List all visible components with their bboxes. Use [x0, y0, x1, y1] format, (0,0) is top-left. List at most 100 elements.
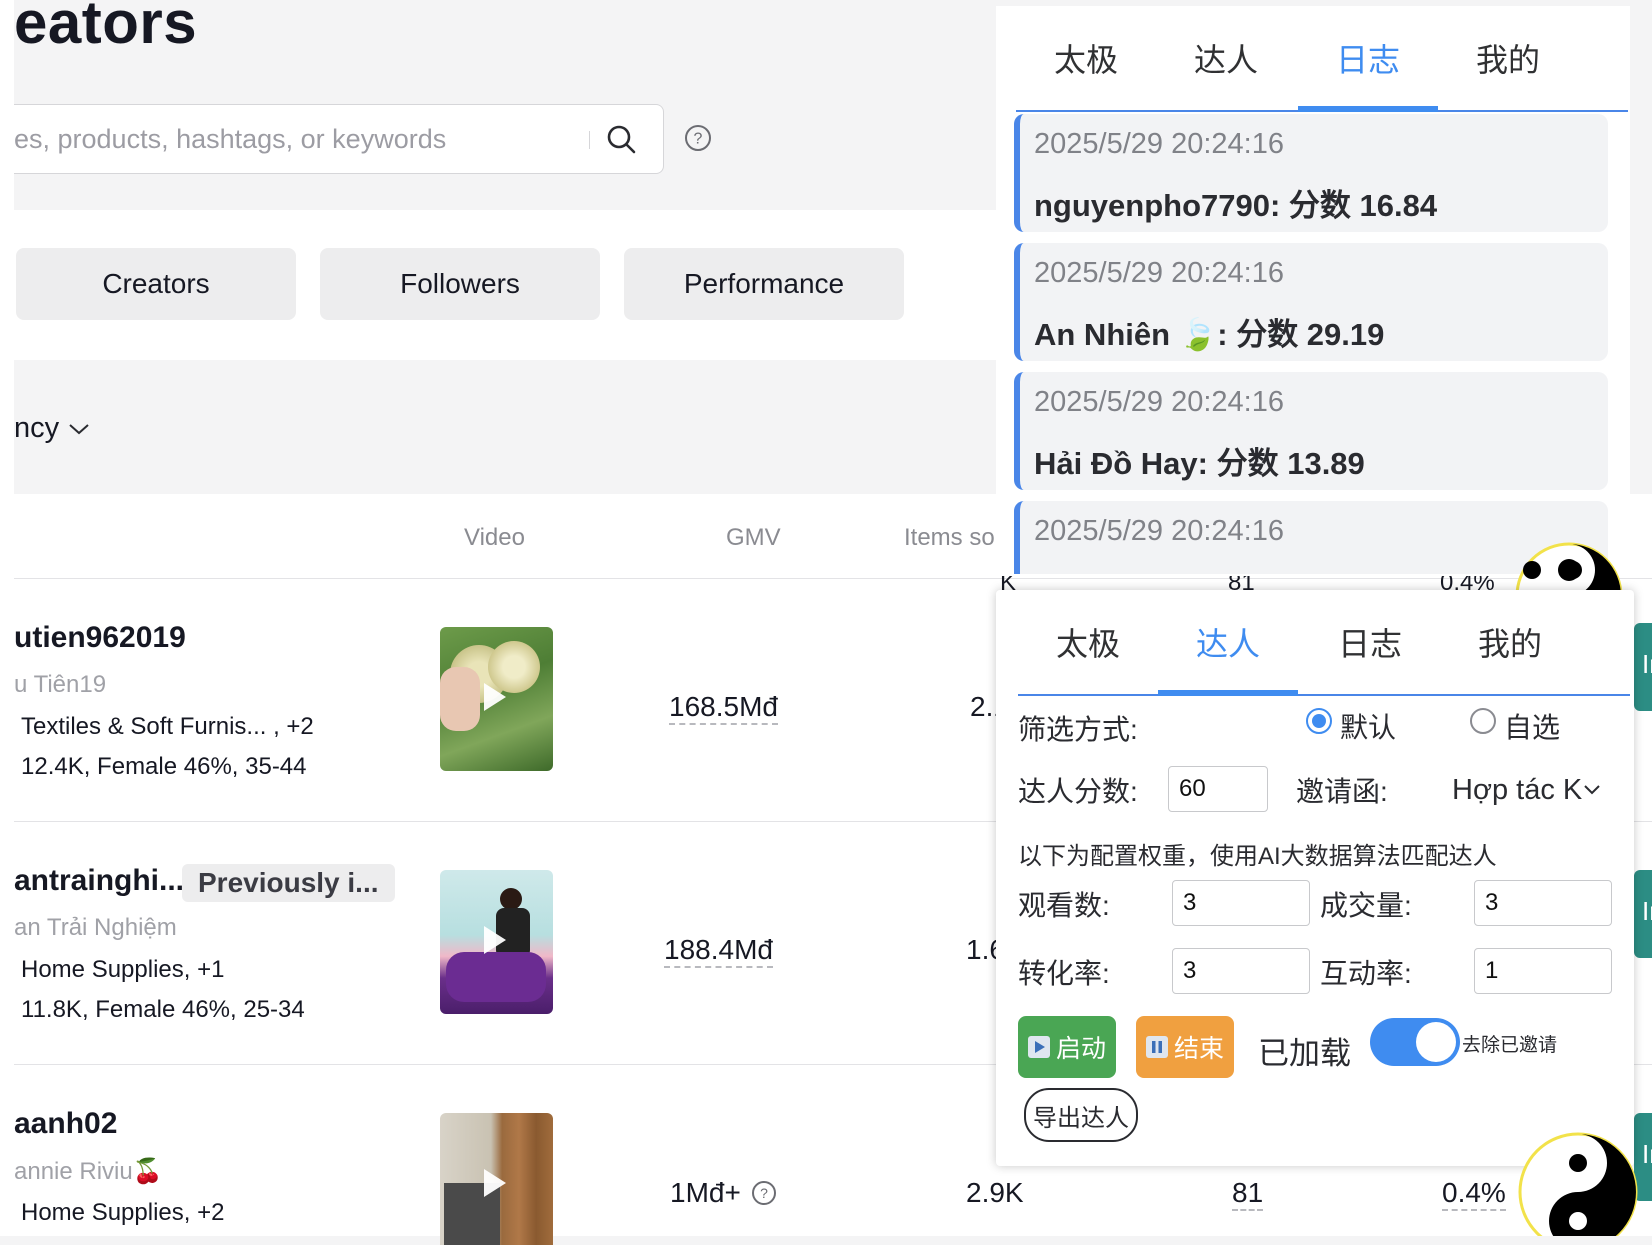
tab-creators[interactable]: 达人: [1158, 590, 1298, 696]
log-panel: 太极 达人 日志 我的 2025/5/29 20:24:16 nguyenpho…: [996, 6, 1630, 574]
taiji-float-icon[interactable]: [1516, 1130, 1640, 1236]
pause-icon: [1145, 1036, 1168, 1058]
tab-mine[interactable]: 我的: [1438, 6, 1578, 110]
play-icon: [484, 1169, 506, 1197]
video-thumbnail[interactable]: [440, 1113, 553, 1245]
metric-value[interactable]: 0.4%: [1442, 1177, 1506, 1211]
play-icon: [484, 683, 506, 711]
stop-button[interactable]: 结束: [1136, 1016, 1234, 1078]
views-label: 观看数:: [1018, 890, 1110, 921]
creator-category: Home Supplies, +2: [21, 1199, 225, 1226]
previously-invited-badge: Previously i...: [182, 864, 395, 902]
remove-invited-label: 去除已邀请: [1462, 1035, 1558, 1056]
loaded-status: 已加载: [1258, 1036, 1351, 1071]
search-box[interactable]: [14, 104, 664, 174]
log-panel-tabs: 太极 达人 日志 我的: [1016, 6, 1628, 112]
log-message: Hải Đồ Hay: 分数 13.89: [1034, 446, 1365, 481]
conversion-input[interactable]: [1172, 948, 1310, 994]
header-items-sold: Items so: [904, 524, 995, 551]
tab-log[interactable]: 日志: [1300, 590, 1440, 694]
start-button[interactable]: 启动: [1018, 1016, 1116, 1078]
log-time: 2025/5/29 20:24:16: [1034, 515, 1284, 547]
invite-button[interactable]: Ir: [1634, 623, 1652, 711]
items-sold-value: 2.9K: [966, 1177, 1024, 1208]
gmv-value: 1Mđ+: [670, 1177, 741, 1208]
creator-handle[interactable]: aanh02: [14, 1107, 117, 1141]
radio-custom-label[interactable]: 自选: [1504, 706, 1560, 746]
log-time: 2025/5/29 20:24:16: [1034, 128, 1284, 160]
filter-followers-button[interactable]: Followers: [320, 248, 600, 320]
invite-select-value: Hợp tác K: [1452, 773, 1582, 806]
tab-taiji[interactable]: 太极: [1016, 6, 1156, 110]
peek-text: 0.4%: [1440, 576, 1495, 590]
tab-creators[interactable]: 达人: [1156, 6, 1296, 110]
creator-category: Textiles & Soft Furnis... , +2: [21, 713, 314, 740]
chevron-down-icon: [1584, 785, 1600, 795]
conversion-label: 转化率:: [1018, 958, 1110, 989]
engagement-label: 互动率:: [1320, 958, 1412, 989]
help-icon[interactable]: ?: [684, 124, 712, 157]
creator-category: Home Supplies, +1: [21, 956, 225, 983]
svg-text:?: ?: [694, 131, 703, 148]
info-icon[interactable]: ?: [751, 1180, 777, 1206]
score-label: 达人分数:: [1018, 776, 1138, 807]
search-icon[interactable]: [606, 124, 638, 161]
score-input[interactable]: [1168, 766, 1268, 812]
filter-performance-button[interactable]: Performance: [624, 248, 904, 320]
creator-handle[interactable]: antrainghi...: [14, 864, 184, 898]
tab-taiji[interactable]: 太极: [1018, 590, 1158, 694]
invite-select[interactable]: Hợp tác K: [1452, 768, 1612, 812]
views-input[interactable]: [1172, 880, 1310, 926]
thumbnail-blanket: [446, 952, 546, 1002]
stop-button-label: 结束: [1173, 1035, 1224, 1063]
header-video: Video: [464, 524, 525, 551]
invite-label: 邀请函:: [1296, 776, 1388, 807]
creator-stats: 12.4K, Female 46%, 35-44: [21, 753, 307, 780]
play-icon: [484, 926, 506, 954]
filter-row: Creators Followers Performance: [14, 210, 1014, 360]
page-title: eators: [14, 0, 198, 56]
search-input[interactable]: [14, 105, 574, 173]
log-entry: 2025/5/29 20:24:16 Hải Đồ Hay: 分数 13.89: [1014, 372, 1608, 490]
log-entry: 2025/5/29 20:24:16 An Nhiên 🍃: 分数 29.19: [1014, 243, 1608, 361]
engagement-input[interactable]: [1474, 948, 1612, 994]
gmv-cell: 1Mđ+ ?: [670, 1177, 777, 1209]
radio-custom[interactable]: [1470, 708, 1496, 734]
metric-value[interactable]: 81: [1232, 1177, 1264, 1211]
video-thumbnail[interactable]: [440, 627, 553, 771]
radio-default-label[interactable]: 默认: [1340, 706, 1396, 746]
video-thumbnail[interactable]: [440, 870, 553, 1014]
tab-mine[interactable]: 我的: [1440, 590, 1580, 694]
radio-default[interactable]: [1306, 708, 1332, 734]
start-button-label: 启动: [1055, 1035, 1106, 1063]
gmv-value[interactable]: 188.4Mđ: [664, 934, 773, 968]
search-divider: [589, 131, 590, 149]
chevron-down-icon: [69, 423, 89, 434]
peek-text: 81: [1228, 576, 1255, 590]
deals-input[interactable]: [1474, 880, 1612, 926]
config-panel-tabs: 太极 达人 日志 我的: [1018, 590, 1630, 696]
creator-stats: 11.8K, Female 46%, 25-34: [21, 996, 305, 1023]
log-entry: 2025/5/29 20:24:16 nguyenpho7790: 分数 16.…: [1014, 114, 1608, 232]
thumbnail-hand: [440, 667, 480, 731]
invite-button[interactable]: Ir: [1634, 870, 1652, 958]
creator-config-panel: 太极 达人 日志 我的 筛选方式: 默认 自选 达人分数: 邀请函: Hợp t…: [996, 590, 1634, 1166]
play-icon: [1027, 1036, 1050, 1058]
header-gmv: GMV: [726, 524, 781, 551]
sort-dropdown[interactable]: ncy: [14, 412, 91, 445]
sort-bar: ncy: [14, 360, 1014, 494]
remove-invited-toggle[interactable]: [1370, 1018, 1460, 1066]
weight-note: 以下为配置权重，使用AI大数据算法匹配达人: [1018, 843, 1497, 870]
export-creators-button[interactable]: 导出达人: [1024, 1088, 1138, 1142]
log-time: 2025/5/29 20:24:16: [1034, 386, 1284, 418]
log-message: nguyenpho7790: 分数 16.84: [1034, 188, 1438, 223]
peek-text: K: [1000, 576, 1017, 590]
filter-mode-label: 筛选方式:: [1018, 714, 1138, 745]
svg-text:?: ?: [760, 1185, 768, 1201]
tab-log[interactable]: 日志: [1298, 6, 1438, 112]
filter-creators-button[interactable]: Creators: [16, 248, 296, 320]
gmv-value[interactable]: 168.5Mđ: [669, 691, 778, 725]
creator-handle[interactable]: utien962019: [14, 621, 186, 655]
page-edge: [0, 0, 14, 1236]
deals-label: 成交量:: [1320, 890, 1412, 921]
